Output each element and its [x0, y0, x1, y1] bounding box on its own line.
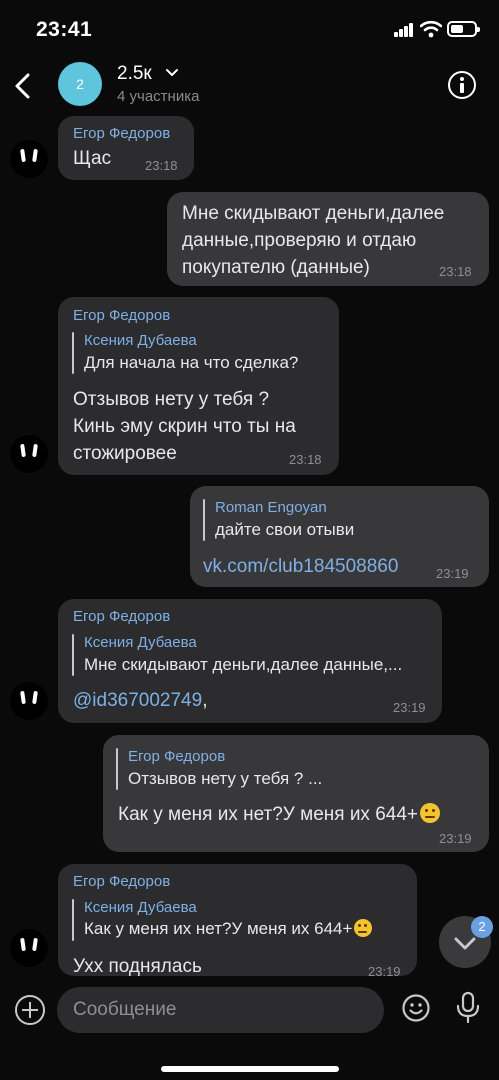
message-text: Ухх поднялась	[73, 956, 202, 977]
composer	[0, 982, 499, 1080]
status-time: 23:41	[36, 18, 93, 41]
message-text: Как у меня их нет?У меня их 644+	[118, 801, 441, 829]
back-icon[interactable]	[8, 66, 40, 106]
quote-author: Ксения Дубаева	[84, 332, 197, 349]
message-text: покупателю (данные)	[182, 257, 370, 278]
attach-icon[interactable]	[15, 995, 45, 1025]
message-text: Щас	[73, 148, 112, 169]
message-time: 23:18	[145, 158, 178, 173]
quote-author: Ксения Дубаева	[84, 634, 197, 651]
avatar[interactable]	[10, 435, 48, 473]
message-bubble[interactable]: Егор Федоров Отзывов нету у тебя ? ... К…	[103, 735, 489, 852]
message-time: 23:19	[436, 566, 469, 581]
info-icon[interactable]	[448, 71, 476, 99]
message-text-body: Как у меня их нет?У меня их 644+	[118, 804, 419, 825]
quote-bar	[116, 748, 118, 790]
message-text: Мне скидывают деньги,далее	[182, 203, 445, 224]
chevron-down-icon[interactable]	[165, 68, 179, 78]
message-sender: Егор Федоров	[73, 307, 171, 324]
message-mention[interactable]: @id367002749	[73, 690, 202, 711]
quote-bar	[72, 899, 74, 941]
quote-bar	[72, 634, 74, 676]
home-indicator[interactable]	[161, 1066, 339, 1072]
neutral-face-emoji-icon	[354, 919, 373, 937]
message-text: @id367002749,	[73, 687, 207, 715]
avatar[interactable]	[10, 929, 48, 967]
message-time: 23:19	[368, 964, 401, 979]
microphone-icon[interactable]	[454, 991, 482, 1025]
message-sender: Егор Федоров	[73, 125, 171, 142]
message-link[interactable]: vk.com/club184508860	[203, 556, 398, 578]
message-sender: Егор Федоров	[73, 873, 171, 890]
message-bubble[interactable]: Roman Engoyan дайте свои отыви vk.com/cl…	[190, 486, 489, 587]
wifi-icon	[420, 20, 442, 38]
avatar[interactable]	[10, 682, 48, 720]
quote-text: Для начала на что сделка?	[84, 353, 299, 372]
emoji-icon[interactable]	[401, 993, 431, 1023]
message-time: 23:18	[439, 264, 472, 279]
quote-text: Отзывов нету у тебя ? ...	[128, 769, 323, 788]
chat-header: 2 2.5к 4 участника	[0, 58, 499, 114]
message-time: 23:18	[289, 452, 322, 467]
message-bubble[interactable]: Егор Федоров Щас 23:18	[58, 116, 194, 180]
mention-suffix: ,	[202, 690, 208, 711]
message-text: Отзывов нету у тебя ?	[73, 389, 270, 410]
message-input[interactable]	[57, 987, 384, 1033]
quote-author: Ксения Дубаева	[84, 899, 197, 916]
quote-bar	[203, 499, 205, 541]
quote-text: Как у меня их нет?У меня их 644+	[84, 919, 373, 939]
message-text: стожировее	[73, 443, 177, 464]
message-text: Кинь эму скрин что ты на	[73, 416, 296, 437]
quote-text: Мне скидывают деньги,далее данные,...	[84, 655, 403, 674]
message-time: 23:19	[439, 831, 472, 846]
message-sender: Егор Федоров	[73, 608, 171, 625]
quote-author: Егор Федоров	[128, 748, 226, 765]
message-bubble[interactable]: Мне скидывают деньги,далее данные,провер…	[167, 192, 489, 286]
signal-icon	[394, 23, 416, 37]
chat-avatar[interactable]: 2	[58, 62, 102, 106]
battery-icon	[447, 21, 480, 37]
avatar[interactable]	[10, 140, 48, 178]
chat-title[interactable]: 2.5к	[117, 63, 152, 85]
neutral-face-emoji-icon	[420, 803, 441, 823]
quote-text-body: Как у меня их нет?У меня их 644+	[84, 919, 353, 938]
message-bubble[interactable]: Егор Федоров Ксения Дубаева Как у меня и…	[58, 864, 417, 979]
status-bar: 23:41	[0, 0, 499, 58]
message-time: 23:19	[393, 700, 426, 715]
unread-badge: 2	[471, 916, 493, 938]
message-text: данные,проверяю и отдаю	[182, 230, 417, 251]
quote-text: дайте свои отыви	[215, 520, 355, 539]
message-bubble[interactable]: Егор Федоров Ксения Дубаева Для начала н…	[58, 297, 339, 475]
quote-bar	[72, 332, 74, 374]
chat-subtitle: 4 участника	[117, 88, 200, 105]
message-bubble[interactable]: Егор Федоров Ксения Дубаева Мне скидываю…	[58, 599, 442, 723]
quote-author: Roman Engoyan	[215, 499, 327, 516]
